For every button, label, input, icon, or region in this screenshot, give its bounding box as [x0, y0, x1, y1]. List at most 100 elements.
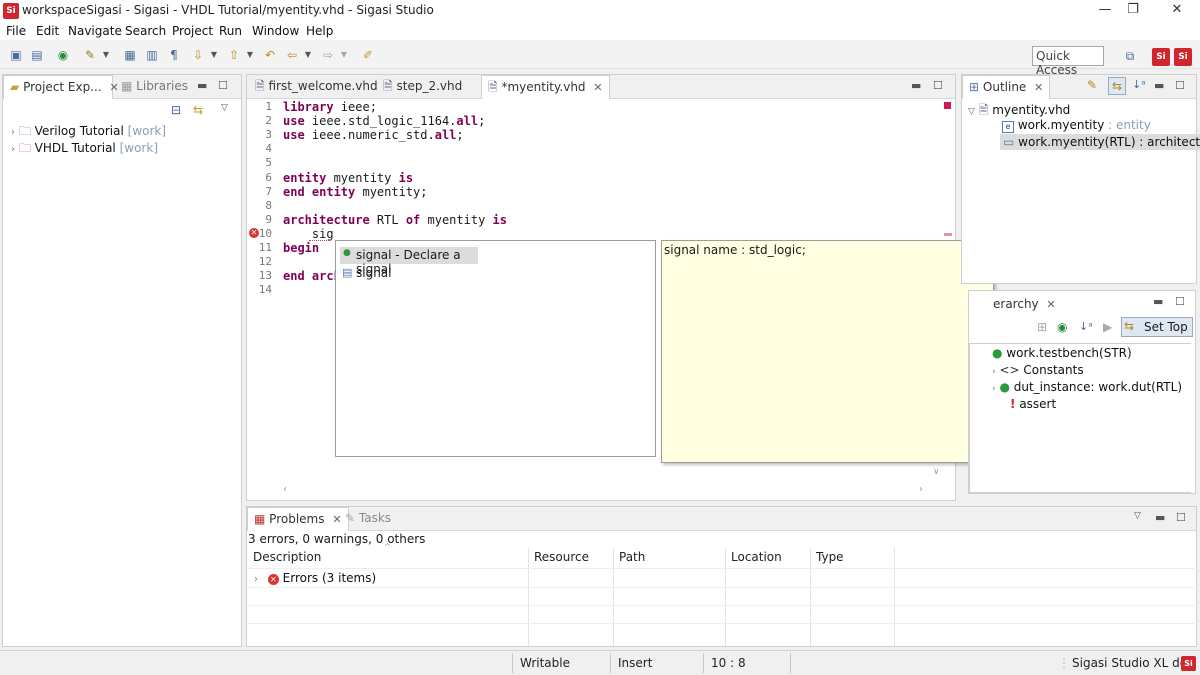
- chevron-down-icon[interactable]: ▼: [300, 47, 316, 63]
- maximize-icon[interactable]: ☐: [218, 79, 228, 92]
- minimize-icon[interactable]: ▬: [911, 79, 921, 92]
- chevron-right-icon[interactable]: ›: [254, 574, 258, 585]
- problem-row-errors[interactable]: › ✕ Errors (3 items): [254, 571, 376, 585]
- new-project-icon[interactable]: ◉: [55, 47, 71, 63]
- sigasi-perspective-icon[interactable]: Si: [1152, 48, 1170, 66]
- close-icon[interactable]: ✕: [593, 81, 602, 94]
- error-icon[interactable]: ✕: [249, 228, 259, 238]
- tab-first-welcome[interactable]: 🗎 first_welcome.vhd: [249, 75, 384, 99]
- chevron-down-icon[interactable]: ▼: [242, 47, 258, 63]
- pin-icon[interactable]: ✐: [360, 47, 376, 63]
- show-whitespace-icon[interactable]: ¶: [166, 47, 182, 63]
- previous-annotation-icon[interactable]: ⇧: [226, 47, 242, 63]
- error-overview-marker[interactable]: [944, 102, 951, 109]
- autocomplete-item-selected[interactable]: ● signal - Declare a signal: [340, 247, 478, 276]
- chevron-right-icon[interactable]: ›: [992, 367, 996, 377]
- close-button[interactable]: ✕: [1157, 0, 1197, 22]
- hierarchy-item-constants[interactable]: › <> Constants: [992, 363, 1084, 377]
- forward-icon[interactable]: ⇨: [320, 47, 336, 63]
- chevron-right-icon[interactable]: ›: [11, 127, 15, 138]
- minimize-icon[interactable]: ▬: [1154, 79, 1164, 92]
- tab-myentity[interactable]: 🗎 *myentity.vhd ✕: [481, 75, 610, 99]
- save-icon[interactable]: ▣: [8, 47, 24, 63]
- chevron-down-icon[interactable]: ▼: [336, 47, 352, 63]
- quick-access-input[interactable]: Quick Access: [1032, 46, 1104, 77]
- chevron-down-icon[interactable]: ▽: [968, 107, 975, 117]
- play-icon[interactable]: ▶: [1103, 320, 1112, 334]
- tab-tasks[interactable]: ✎ Tasks: [339, 507, 397, 531]
- hierarchy-item-testbench[interactable]: ● work.testbench(STR): [992, 346, 1132, 360]
- menu-edit[interactable]: Edit: [36, 24, 59, 38]
- overview-ruler-marker[interactable]: [944, 233, 952, 236]
- tab-libraries[interactable]: ▦ Libraries: [115, 75, 194, 99]
- chevron-right-icon[interactable]: ›: [919, 484, 923, 495]
- chevron-right-icon[interactable]: ›: [11, 144, 15, 155]
- view-menu-icon[interactable]: ▽: [1134, 511, 1141, 521]
- horizontal-scrollbar[interactable]: ‹ ›: [283, 484, 923, 498]
- tab-project-explorer[interactable]: ▰ Project Exp... ✕: [3, 75, 119, 99]
- code-line[interactable]: entity myentity is: [283, 171, 413, 185]
- outline-item-architecture[interactable]: ▭ work.myentity(RTL) : architecture: [1000, 134, 1200, 150]
- view-menu-icon[interactable]: ▽: [221, 103, 228, 113]
- menu-run[interactable]: Run: [219, 24, 242, 38]
- close-icon[interactable]: ✕: [1046, 298, 1055, 311]
- tab-step-2[interactable]: 🗎 step_2.vhd: [377, 75, 468, 99]
- maximize-icon[interactable]: ☐: [933, 79, 943, 92]
- menu-window[interactable]: Window: [252, 24, 299, 38]
- hierarchy-item-assert[interactable]: ! assert: [1010, 397, 1056, 411]
- code-line[interactable]: end entity myentity;: [283, 185, 428, 199]
- back-icon[interactable]: ⇦: [284, 47, 300, 63]
- chevron-down-icon[interactable]: ∨: [933, 467, 940, 477]
- column-description[interactable]: Description: [253, 550, 321, 564]
- code-line[interactable]: use ieee.std_logic_1164.all;: [283, 114, 485, 128]
- minimize-icon[interactable]: ▬: [1155, 511, 1165, 524]
- hierarchy-item-dut-instance[interactable]: › ● dut_instance: work.dut(RTL): [992, 380, 1182, 394]
- chevron-right-icon[interactable]: ›: [992, 384, 996, 394]
- maximize-icon[interactable]: ☐: [1176, 511, 1186, 524]
- outline-item-entity[interactable]: e work.myentity : entity: [1002, 118, 1151, 133]
- sort-icon[interactable]: ↓ᵃ: [1079, 320, 1093, 333]
- maximize-icon[interactable]: ☐: [1175, 295, 1185, 308]
- minimize-icon[interactable]: ▬: [1153, 295, 1163, 308]
- code-line[interactable]: architecture RTL of myentity is: [283, 213, 507, 227]
- collapse-all-icon[interactable]: ⊟: [171, 103, 181, 117]
- code-line[interactable]: end arch: [283, 269, 341, 283]
- sigasi-logo-icon[interactable]: Si: [1181, 656, 1196, 671]
- menu-navigate[interactable]: Navigate: [68, 24, 122, 38]
- build-icon[interactable]: ✎: [82, 47, 98, 63]
- restore-button[interactable]: ❐: [1113, 0, 1153, 22]
- set-top-button[interactable]: ⇆ Set Top: [1121, 317, 1193, 337]
- code-line[interactable]: library ieee;: [283, 100, 377, 114]
- open-perspective-icon[interactable]: ⧉: [1122, 48, 1138, 64]
- tab-outline[interactable]: ⊞ Outline ✕: [962, 75, 1051, 99]
- save-all-icon[interactable]: ▤: [29, 47, 45, 63]
- column-resource[interactable]: Resource: [534, 550, 589, 564]
- chevron-down-icon[interactable]: ▼: [98, 47, 114, 63]
- close-icon[interactable]: ✕: [1034, 81, 1043, 94]
- chevron-left-icon[interactable]: ‹: [283, 484, 287, 495]
- tab-problems[interactable]: ▦ Problems ✕: [247, 507, 349, 531]
- sort-icon[interactable]: ↓ᵃ: [1132, 78, 1146, 91]
- column-type[interactable]: Type: [816, 550, 844, 564]
- hide-fields-icon[interactable]: ✎: [1087, 78, 1097, 92]
- minimize-icon[interactable]: ▬: [197, 79, 207, 92]
- tab-hierarchy[interactable]: erarchy ✕: [987, 293, 1062, 317]
- toggle-mark-icon[interactable]: ▦: [122, 47, 138, 63]
- autocomplete-item[interactable]: ▤ signal: [340, 265, 540, 282]
- link-editor-icon[interactable]: ⇆: [1108, 77, 1126, 95]
- code-line[interactable]: sig: [283, 227, 334, 241]
- menu-project[interactable]: Project: [172, 24, 213, 38]
- last-edit-icon[interactable]: ↶: [262, 47, 278, 63]
- chevron-down-icon[interactable]: ▼: [206, 47, 222, 63]
- code-line[interactable]: use ieee.numeric_std.all;: [283, 128, 464, 142]
- column-path[interactable]: Path: [619, 550, 645, 564]
- column-location[interactable]: Location: [731, 550, 782, 564]
- next-annotation-icon[interactable]: ⇩: [190, 47, 206, 63]
- menu-file[interactable]: File: [6, 24, 26, 38]
- sigasi-debug-perspective-icon[interactable]: Si: [1174, 48, 1192, 66]
- menu-search[interactable]: Search: [125, 24, 166, 38]
- instance-icon[interactable]: ◉: [1057, 320, 1067, 334]
- maximize-icon[interactable]: ☐: [1175, 79, 1185, 92]
- tree-item-vhdl-tutorial[interactable]: › 🗀 VHDL Tutorial [work]: [11, 139, 158, 160]
- link-editor-icon[interactable]: ⇆: [193, 103, 203, 117]
